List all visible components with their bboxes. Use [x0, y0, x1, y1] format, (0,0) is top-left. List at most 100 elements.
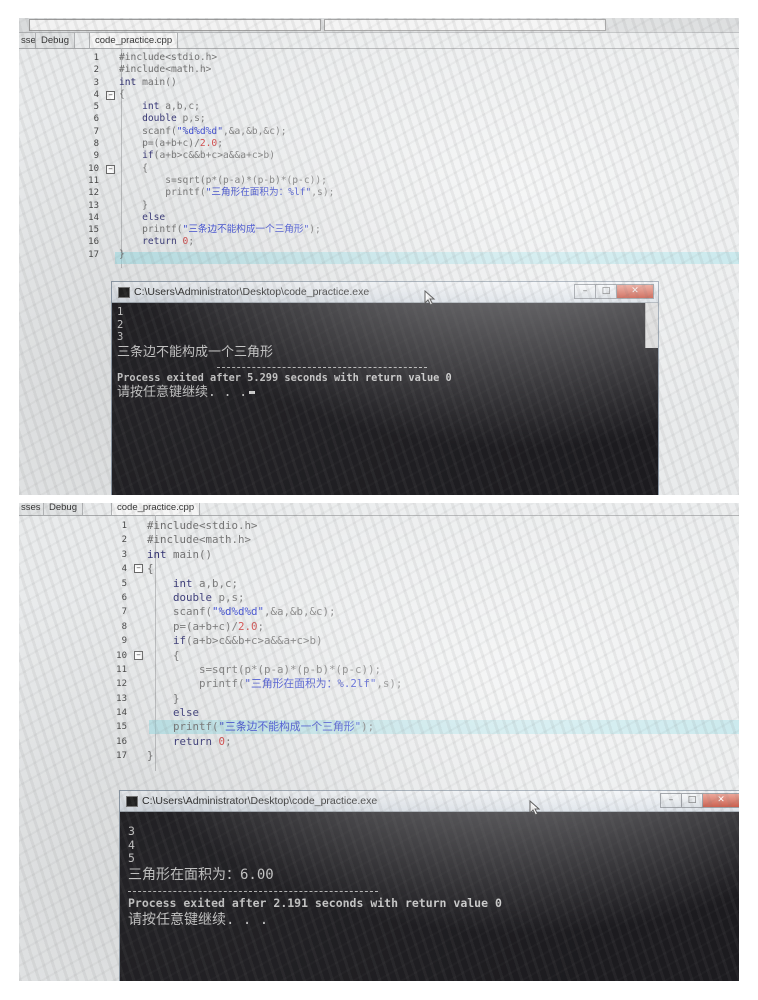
code-line[interactable]: 12 printf("三角形在面积为：%.2lf",s);: [107, 677, 737, 691]
code-line[interactable]: 10− {: [107, 649, 737, 663]
tab-code-practice[interactable]: code_practice.cpp: [111, 503, 201, 515]
code-text: printf("三条边不能构成一个三角形");: [147, 720, 375, 734]
console-input-line: 5: [128, 851, 135, 865]
code-line[interactable]: 15 printf("三条边不能构成一个三角形");: [107, 720, 737, 734]
line-number: 16: [88, 237, 99, 248]
code-text: printf("三条边不能构成一个三角形");: [119, 224, 321, 236]
code-line[interactable]: 7 scanf("%d%d%d",&a,&b,&c);: [79, 126, 729, 138]
console-titlebar[interactable]: C:\Users\Administrator\Desktop\code_prac…: [120, 791, 739, 812]
code-line[interactable]: 4−{: [79, 89, 729, 101]
line-number: 10: [116, 650, 127, 661]
minimize-button[interactable]: –: [574, 284, 596, 299]
tab-debug[interactable]: Debug: [35, 32, 75, 48]
code-editor[interactable]: 1 #include<stdio.h> 2 #include<math.h> 3 int …: [107, 519, 737, 764]
code-line[interactable]: 5 int a,b,c;: [79, 101, 729, 113]
console-result: 三角形在面积为：6.00: [128, 866, 274, 883]
code-text: {: [119, 88, 125, 100]
console-input-line: 1: [117, 306, 124, 318]
code-text: return 0;: [173, 734, 232, 748]
code-line[interactable]: 2 #include<math.h>: [79, 64, 729, 76]
code-line[interactable]: 8 p=(a+b+c)/2.0;: [79, 138, 729, 150]
tab-debug[interactable]: Debug: [43, 503, 83, 515]
code-line[interactable]: 3 int main(): [107, 548, 737, 562]
code-line[interactable]: 13 }: [79, 200, 729, 212]
console-title: C:\Users\Administrator\Desktop\code_prac…: [134, 286, 370, 298]
console-input-line: 4: [128, 837, 135, 852]
line-number: 14: [116, 708, 127, 719]
line-number: 3: [121, 549, 127, 560]
console-output: 1 2 3 三条边不能构成一个三角形 Process exited after …: [112, 306, 658, 495]
code-line[interactable]: 11 s=sqrt(p*(p-a)*(p-b)*(p-c));: [79, 175, 729, 187]
line-number: 8: [93, 139, 99, 150]
code-text: if(a+b>c&&b+c>a&&a+c>b): [173, 634, 323, 648]
line-number: 12: [116, 679, 127, 690]
close-button[interactable]: ✕: [616, 284, 654, 299]
code-text: #include<math.h>: [119, 64, 212, 76]
console-input-line: 2: [117, 318, 124, 331]
code-text: scanf("%d%d%d",&a,&b,&c);: [119, 125, 287, 137]
code-line[interactable]: 13 }: [107, 692, 737, 706]
toolbar-combo[interactable]: [324, 19, 606, 31]
line-number: 2: [93, 65, 99, 76]
code-text: scanf("%d%d%d",&a,&b,&c);: [147, 605, 336, 619]
code-text: s=sqrt(p*(p-a)*(p-b)*(p-c));: [147, 662, 382, 676]
code-line[interactable]: 14 else: [79, 212, 729, 224]
code-line[interactable]: 3 int main(): [79, 77, 729, 89]
code-line[interactable]: 7 scanf("%d%d%d",&a,&b,&c);: [107, 605, 737, 619]
code-line[interactable]: 10− {: [79, 163, 729, 175]
console-window[interactable]: C:\Users\Administrator\Desktop\code_prac…: [119, 790, 739, 981]
code-text: s=sqrt(p*(p-a)*(p-b)*(p-c));: [119, 174, 327, 186]
code-line[interactable]: 2 #include<math.h>: [107, 533, 737, 547]
code-line[interactable]: 9 if(a+b>c&&b+c>a&&a+c>b): [79, 150, 729, 162]
console-output: 3 4 5 三角形在面积为：6.00 Process exited after …: [120, 824, 739, 981]
maximize-button[interactable]: □: [681, 793, 703, 808]
fold-toggle-icon[interactable]: −: [106, 164, 115, 174]
line-number: 15: [88, 225, 99, 236]
code-editor[interactable]: 1 #include<stdio.h> 2 #include<math.h> 3 int …: [79, 52, 729, 261]
minimize-button[interactable]: –: [660, 793, 682, 808]
code-line[interactable]: 15 printf("三条边不能构成一个三角形");: [79, 224, 729, 236]
tab-code-practice[interactable]: code_practice.cpp: [89, 32, 179, 48]
code-line[interactable]: 8 p=(a+b+c)/2.0;: [107, 620, 737, 634]
line-number: 7: [93, 126, 99, 137]
line-number: 16: [116, 736, 127, 747]
code-line[interactable]: 6 double p,s;: [107, 591, 737, 605]
fold-toggle-icon[interactable]: −: [134, 564, 143, 574]
code-text: int main(): [119, 76, 177, 88]
close-button[interactable]: ✕: [702, 793, 739, 808]
line-number: 4: [121, 564, 127, 575]
code-line[interactable]: 17}: [107, 749, 737, 763]
fold-toggle-icon[interactable]: −: [134, 650, 143, 660]
code-line[interactable]: 14 else: [107, 706, 737, 720]
console-process-status: Process exited after 5.299 seconds with …: [117, 371, 452, 384]
code-line[interactable]: 12 printf("三角形在面积为：%lf",s);: [79, 187, 729, 199]
code-line[interactable]: 6 double p,s;: [79, 113, 729, 125]
code-text: if(a+b>c&&b+c>a&&a+c>b): [142, 150, 275, 162]
console-input-line: 3: [117, 331, 124, 343]
line-number: 13: [116, 693, 127, 704]
console-titlebar[interactable]: C:\Users\Administrator\Desktop\code_prac…: [112, 282, 658, 303]
code-line[interactable]: 16 return 0;: [79, 236, 729, 248]
code-line[interactable]: 5 int a,b,c;: [107, 577, 737, 591]
code-line[interactable]: 11 s=sqrt(p*(p-a)*(p-b)*(p-c));: [107, 663, 737, 677]
code-text: }: [147, 749, 154, 763]
line-number: 17: [116, 751, 127, 762]
code-line[interactable]: 1 #include<stdio.h>: [79, 52, 729, 64]
code-text: #include<math.h>: [147, 533, 252, 547]
code-line[interactable]: 1 #include<stdio.h>: [107, 519, 737, 533]
line-number: 13: [88, 200, 99, 211]
code-text: {: [147, 648, 180, 662]
maximize-button[interactable]: □: [595, 284, 617, 299]
code-line[interactable]: 16 return 0;: [107, 735, 737, 749]
line-number: 3: [93, 77, 99, 88]
line-number: 15: [116, 722, 127, 733]
code-line[interactable]: 4−{: [107, 562, 737, 576]
console-window[interactable]: C:\Users\Administrator\Desktop\code_prac…: [111, 281, 659, 495]
code-text: }: [147, 691, 180, 705]
code-text: int main(): [147, 547, 213, 561]
code-line[interactable]: 9 if(a+b>c&&b+c>a&&a+c>b): [107, 634, 737, 648]
toolbar-combo[interactable]: [29, 19, 321, 31]
code-line[interactable]: 17}: [79, 249, 729, 261]
fold-toggle-icon[interactable]: −: [106, 90, 115, 100]
line-number: 1: [93, 53, 99, 63]
